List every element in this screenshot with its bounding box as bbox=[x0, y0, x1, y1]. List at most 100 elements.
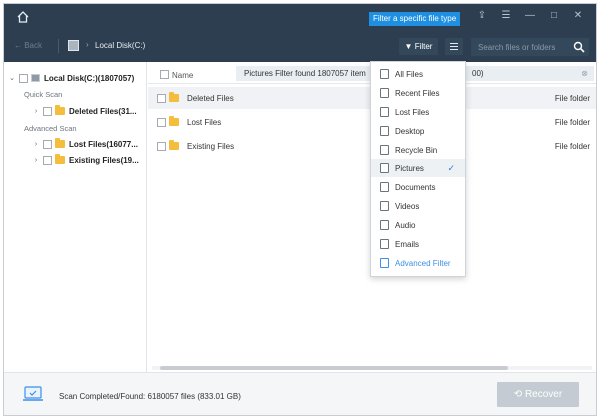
close-icon[interactable]: ✕ bbox=[572, 10, 584, 22]
filter-option-label: Advanced Filter bbox=[395, 258, 451, 268]
recover-icon: ⟲ bbox=[513, 389, 523, 400]
filter-option-label: Lost Files bbox=[395, 107, 430, 117]
row-name: Lost Files bbox=[187, 117, 222, 127]
all-files-icon bbox=[380, 69, 389, 79]
breadcrumb-arrow-icon: › bbox=[86, 40, 89, 49]
chevron-right-icon[interactable]: › bbox=[32, 157, 40, 164]
tree-checkbox[interactable] bbox=[43, 106, 52, 116]
tree-item-deleted-files[interactable]: › Deleted Files(31... bbox=[32, 104, 137, 118]
filter-option-label: Recycle Bin bbox=[395, 145, 438, 155]
filter-option-videos[interactable]: Videos bbox=[371, 197, 465, 215]
horizontal-scrollbar[interactable] bbox=[152, 366, 592, 370]
filter-option-lost-files[interactable]: Lost Files bbox=[371, 103, 465, 121]
filter-tooltip: Filter a specific file type bbox=[369, 12, 461, 26]
lost-files-icon bbox=[380, 107, 389, 117]
filter-option-label: Emails bbox=[395, 239, 420, 249]
filter-button[interactable]: ▼ Filter bbox=[399, 38, 438, 55]
disk-icon bbox=[31, 74, 40, 82]
share-icon[interactable]: ⇪ bbox=[476, 10, 488, 22]
scrollbar-thumb[interactable] bbox=[160, 366, 508, 370]
filter-notice-tail: 00) bbox=[472, 69, 484, 78]
filter-dropdown: All Files Recent Files Lost Files Deskto… bbox=[370, 61, 466, 277]
close-icon[interactable]: ⊗ bbox=[581, 66, 588, 81]
tree-checkbox[interactable] bbox=[19, 73, 28, 83]
row-type: File folder bbox=[554, 93, 590, 103]
chevron-down-icon[interactable]: ⌄ bbox=[8, 74, 16, 82]
audio-icon bbox=[380, 220, 389, 230]
tree-checkbox[interactable] bbox=[43, 139, 52, 149]
tree-item-existing-files[interactable]: › Existing Files(19... bbox=[32, 153, 139, 167]
tree-root[interactable]: ⌄ Local Disk(C:)(1807057) bbox=[8, 71, 134, 85]
recover-label: Recover bbox=[524, 389, 563, 400]
filter-option-desktop[interactable]: Desktop bbox=[371, 122, 465, 140]
filter-option-label: All Files bbox=[395, 69, 424, 79]
pictures-icon bbox=[380, 163, 389, 173]
filter-option-label: Videos bbox=[395, 201, 420, 211]
app-window: Filter a specific file type ⇪ ☰ — □ ✕ ← … bbox=[3, 3, 597, 416]
filter-option-label: Desktop bbox=[395, 126, 425, 136]
tree-checkbox[interactable] bbox=[43, 155, 52, 165]
chevron-right-icon[interactable]: › bbox=[32, 141, 40, 148]
row-type: File folder bbox=[554, 141, 590, 151]
search-icon[interactable] bbox=[573, 41, 585, 53]
folder-icon bbox=[55, 105, 65, 115]
filter-notice-text: Pictures Filter found 1807057 item bbox=[244, 69, 366, 78]
menu-icon[interactable]: ☰ bbox=[500, 10, 512, 22]
column-header-name[interactable]: Name bbox=[172, 71, 193, 80]
folder-icon bbox=[55, 138, 65, 148]
view-menu-button[interactable] bbox=[445, 38, 463, 55]
search-box[interactable] bbox=[471, 38, 589, 56]
row-name: Existing Files bbox=[187, 141, 235, 151]
select-all-checkbox[interactable] bbox=[160, 70, 169, 79]
tree-item-lost-files[interactable]: › Lost Files(16077... bbox=[32, 137, 138, 151]
folder-icon bbox=[169, 140, 179, 150]
filter-label: Filter bbox=[414, 42, 433, 51]
chevron-right-icon[interactable]: › bbox=[32, 108, 40, 115]
filter-option-advanced-filter[interactable]: Advanced Filter bbox=[371, 254, 465, 272]
title-bar: Filter a specific file type ⇪ ☰ — □ ✕ bbox=[4, 4, 596, 31]
recover-button[interactable]: ⟲ Recover bbox=[497, 382, 579, 407]
folder-tree-panel: ⌄ Local Disk(C:)(1807057) Quick Scan › D… bbox=[4, 62, 147, 372]
nav-bar: ← Back › Local Disk(C:) ▼ Filter bbox=[4, 31, 596, 62]
row-checkbox[interactable] bbox=[157, 141, 166, 151]
disk-icon bbox=[68, 40, 79, 51]
desktop-icon bbox=[380, 126, 389, 136]
filter-option-audio[interactable]: Audio bbox=[371, 216, 465, 234]
filter-option-documents[interactable]: Documents bbox=[371, 178, 465, 196]
filter-option-label: Audio bbox=[395, 220, 416, 230]
row-checkbox[interactable] bbox=[157, 117, 166, 127]
filter-option-all-files[interactable]: All Files bbox=[371, 65, 465, 83]
tree-item-label: Lost Files(16077... bbox=[69, 139, 138, 149]
back-button[interactable]: ← Back bbox=[14, 41, 42, 50]
tree-root-label: Local Disk(C:)(1807057) bbox=[44, 73, 135, 83]
home-icon[interactable] bbox=[16, 10, 30, 24]
advanced-scan-label: Advanced Scan bbox=[24, 124, 77, 133]
documents-icon bbox=[380, 182, 389, 192]
maximize-icon[interactable]: □ bbox=[548, 10, 560, 22]
advanced-filter-icon bbox=[380, 258, 389, 268]
row-name: Deleted Files bbox=[187, 93, 234, 103]
checkmark-icon: ✓ bbox=[447, 162, 455, 173]
breadcrumb[interactable]: Local Disk(C:) bbox=[95, 41, 145, 50]
filter-option-label: Pictures bbox=[395, 163, 424, 173]
filter-option-label: Recent Files bbox=[395, 88, 440, 98]
videos-icon bbox=[380, 201, 389, 211]
quick-scan-label: Quick Scan bbox=[24, 90, 63, 99]
filter-option-emails[interactable]: Emails bbox=[371, 235, 465, 253]
search-input[interactable] bbox=[471, 38, 567, 56]
folder-icon bbox=[55, 154, 65, 164]
window-controls: ⇪ ☰ — □ ✕ bbox=[476, 10, 584, 22]
row-checkbox[interactable] bbox=[157, 93, 166, 103]
filter-option-recent-files[interactable]: Recent Files bbox=[371, 84, 465, 102]
recent-files-icon bbox=[380, 88, 389, 98]
recycle-bin-icon bbox=[380, 145, 389, 155]
nav-divider bbox=[58, 39, 59, 53]
row-type: File folder bbox=[554, 117, 590, 127]
filter-option-pictures[interactable]: Pictures ✓ bbox=[371, 159, 465, 177]
status-bar: Scan Completed/Found: 6180057 files (833… bbox=[4, 372, 596, 415]
funnel-icon: ▼ bbox=[404, 42, 413, 51]
laptop-icon bbox=[23, 386, 43, 401]
filter-option-recycle-bin[interactable]: Recycle Bin bbox=[371, 141, 465, 159]
minimize-icon[interactable]: — bbox=[524, 10, 536, 22]
scan-status-text: Scan Completed/Found: 6180057 files (833… bbox=[59, 392, 241, 401]
